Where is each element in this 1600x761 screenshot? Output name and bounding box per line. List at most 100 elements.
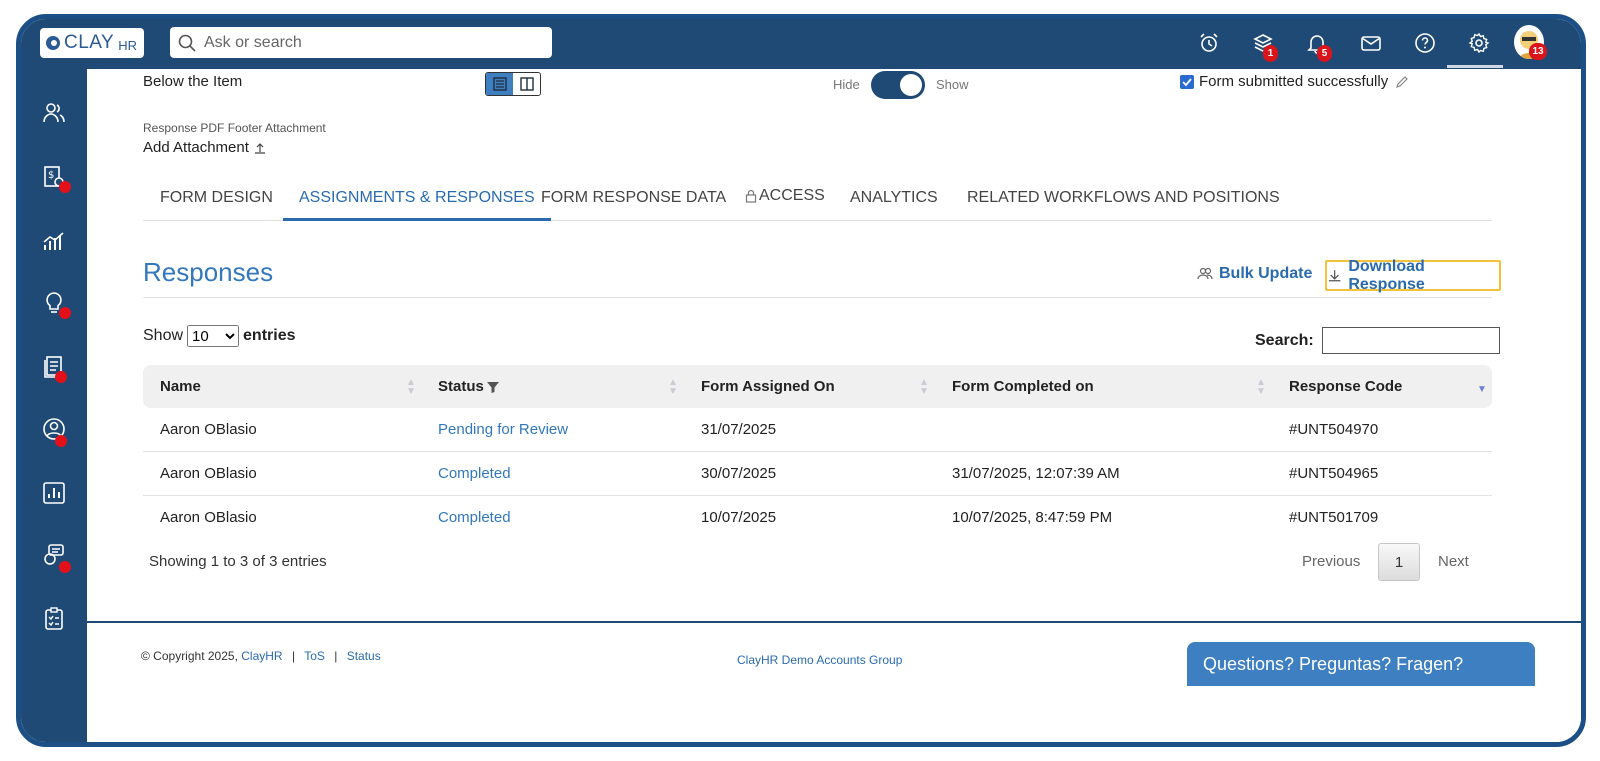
- mail-icon[interactable]: [1357, 29, 1385, 57]
- form-submitted-label: Form submitted successfully: [1199, 73, 1389, 90]
- entries-length-control: Show 10 entries: [143, 325, 296, 347]
- payroll-alert-dot: [59, 181, 71, 193]
- col-form-completed-on[interactable]: Form Completed on: [952, 365, 1094, 408]
- tab-assignments-responses[interactable]: ASSIGNMENTS & RESPONSES: [283, 171, 551, 221]
- page-1-button[interactable]: 1: [1378, 543, 1420, 581]
- notification-badge: 5: [1317, 45, 1332, 62]
- clayhr-logo[interactable]: CLAY HR: [40, 28, 144, 58]
- cell-completed: 10/07/2025, 8:47:59 PM: [952, 509, 1113, 526]
- list-layout-icon[interactable]: [486, 73, 513, 95]
- sort-icon[interactable]: ▲ ▼: [406, 378, 416, 397]
- hide-label: Hide: [833, 77, 860, 92]
- entries-select[interactable]: 10: [187, 325, 240, 347]
- app-frame: CLAY HR 1 5 13: [16, 14, 1586, 747]
- show-hide-toggle[interactable]: [871, 71, 925, 99]
- cell-assigned: 31/07/2025: [701, 421, 777, 438]
- table-row: Aaron OBlasio Completed 10/07/2025 10/07…: [143, 496, 1492, 540]
- footer: © Copyright 2025, ClayHR | ToS | Status …: [87, 621, 1581, 742]
- download-response-button[interactable]: Download Response: [1325, 257, 1501, 293]
- cell-name: Aaron OBlasio: [160, 509, 257, 526]
- entries-label: entries: [243, 327, 296, 344]
- download-icon: [1328, 269, 1341, 281]
- tab-access[interactable]: ACCESS: [745, 171, 825, 221]
- tab-access-label: ACCESS: [759, 187, 825, 204]
- logo-subtext: HR: [118, 37, 138, 53]
- col-form-assigned-on[interactable]: Form Assigned On: [701, 365, 835, 408]
- reports-icon[interactable]: [40, 479, 68, 507]
- search-input[interactable]: [204, 33, 534, 52]
- cell-name: Aaron OBlasio: [160, 421, 257, 438]
- layers-badge: 1: [1263, 45, 1278, 62]
- tab-form-design[interactable]: FORM DESIGN: [160, 171, 273, 221]
- global-search[interactable]: [170, 27, 552, 58]
- logo-mark-icon: [46, 36, 60, 50]
- search-icon: [178, 34, 196, 52]
- cell-status-link[interactable]: Pending for Review: [438, 408, 568, 452]
- table-search: Search:: [1255, 327, 1500, 354]
- show-label: Show: [143, 327, 184, 344]
- col-status[interactable]: Status: [438, 365, 500, 408]
- responses-title: Responses: [143, 257, 274, 287]
- top-bar: CLAY HR 1 5 13: [21, 19, 1581, 69]
- download-response-label: Download Response: [1348, 257, 1425, 293]
- filter-icon[interactable]: [486, 380, 500, 394]
- alarm-clock-icon[interactable]: [1195, 29, 1223, 57]
- assistant-alert-dot: [59, 561, 71, 573]
- bulk-update-label: Bulk Update: [1219, 265, 1313, 282]
- edit-pencil-icon[interactable]: [1395, 75, 1409, 94]
- sort-icon[interactable]: ▲ ▼: [1256, 378, 1266, 397]
- tab-analytics[interactable]: ANALYTICS: [850, 171, 938, 221]
- people-icon[interactable]: [40, 99, 68, 127]
- cell-status-link[interactable]: Completed: [438, 452, 511, 496]
- cell-name: Aaron OBlasio: [160, 465, 257, 482]
- sort-icon[interactable]: ▲ ▼: [668, 378, 678, 397]
- cell-code: #UNT501709: [1289, 509, 1379, 526]
- gear-icon[interactable]: [1465, 29, 1493, 57]
- show-label: Show: [936, 77, 969, 92]
- tab-form-response-data[interactable]: FORM RESPONSE DATA: [541, 171, 726, 221]
- checklist-icon[interactable]: [40, 605, 68, 633]
- previous-button[interactable]: Previous: [1302, 553, 1360, 570]
- layout-toggle[interactable]: [485, 72, 541, 96]
- tab-related-workflows[interactable]: RELATED WORKFLOWS AND POSITIONS: [967, 171, 1280, 221]
- clayhr-link[interactable]: ClayHR: [241, 649, 282, 663]
- column-layout-icon[interactable]: [513, 73, 540, 95]
- cell-code: #UNT504970: [1289, 421, 1379, 438]
- tos-link[interactable]: ToS: [304, 649, 325, 663]
- cell-assigned: 30/07/2025: [701, 465, 777, 482]
- table-search-input[interactable]: [1321, 327, 1500, 354]
- account-group-link[interactable]: ClayHR Demo Accounts Group: [737, 653, 902, 667]
- ideas-alert-dot: [59, 307, 71, 319]
- col-name[interactable]: Name: [160, 365, 201, 408]
- col-status-label: Status: [438, 378, 484, 395]
- table-row: Aaron OBlasio Pending for Review 31/07/2…: [143, 408, 1492, 452]
- support-chat-button[interactable]: Questions? Preguntas? Fragen?: [1187, 642, 1535, 686]
- search-label: Search:: [1255, 331, 1314, 349]
- form-tabs: FORM DESIGN ASSIGNMENTS & RESPONSES FORM…: [143, 171, 1492, 221]
- bulk-update-button[interactable]: Bulk Update: [1197, 265, 1312, 283]
- cell-status-link[interactable]: Completed: [438, 496, 511, 540]
- form-submitted-checkbox[interactable]: [1180, 75, 1194, 89]
- sort-desc-icon[interactable]: ▼: [1477, 385, 1487, 395]
- cell-completed: 31/07/2025, 12:07:39 AM: [952, 465, 1120, 482]
- help-icon[interactable]: [1411, 29, 1439, 57]
- footer-links: © Copyright 2025, ClayHR | ToS | Status: [141, 649, 381, 663]
- profile-alert-dot: [55, 435, 67, 447]
- col-response-code[interactable]: Response Code: [1289, 365, 1402, 408]
- status-link[interactable]: Status: [347, 649, 381, 663]
- svg-text:$: $: [48, 170, 54, 181]
- upload-icon: [254, 142, 265, 154]
- growth-chart-icon[interactable]: [40, 227, 68, 255]
- settings-active-indicator: [1447, 65, 1503, 68]
- cell-code: #UNT504965: [1289, 465, 1379, 482]
- add-attachment-link[interactable]: Add Attachment: [143, 139, 267, 156]
- table-row: Aaron OBlasio Completed 30/07/2025 31/07…: [143, 452, 1492, 496]
- responses-table: Name ▲ ▼ Status ▲ ▼ Form Assigned On ▲ ▼ Fo…: [143, 365, 1492, 540]
- next-button[interactable]: Next: [1438, 553, 1469, 570]
- documents-alert-dot: [55, 371, 67, 383]
- sidebar: $: [21, 69, 87, 742]
- sort-icon[interactable]: ▲ ▼: [919, 378, 929, 397]
- divider: [143, 297, 1492, 298]
- table-info: Showing 1 to 3 of 3 entries: [149, 553, 327, 570]
- lock-icon: [745, 189, 757, 203]
